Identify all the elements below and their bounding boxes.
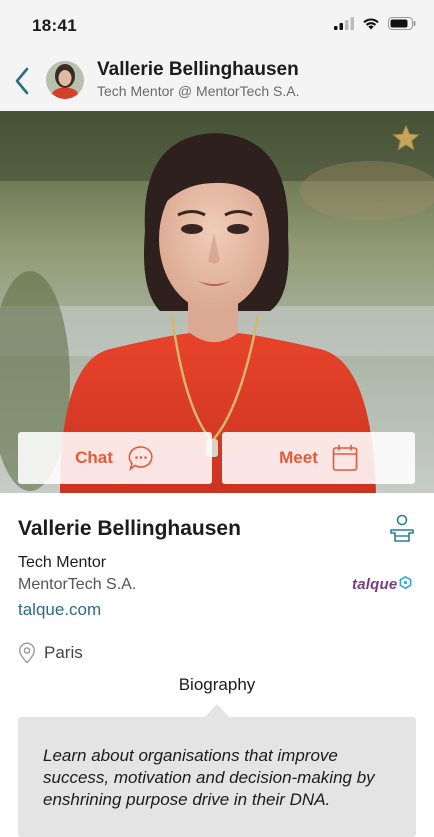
map-pin-icon xyxy=(18,642,36,664)
avatar-image xyxy=(46,61,84,99)
battery-icon xyxy=(388,17,416,30)
chevron-left-icon xyxy=(15,67,29,95)
wifi-icon xyxy=(363,18,379,30)
profile-header: Vallerie Bellinghausen Tech Mentor @ Men… xyxy=(0,50,434,111)
profile-name: Vallerie Bellinghausen xyxy=(18,517,241,540)
biography-box: Learn about organisations that improve s… xyxy=(18,717,416,837)
profile-company: MentorTech S.A. xyxy=(18,576,137,593)
meet-button-label: Meet xyxy=(279,448,318,467)
biography-title: Biography xyxy=(178,675,256,694)
signal-icon xyxy=(334,17,354,30)
talque-logo-text: talque xyxy=(352,576,398,593)
meet-button[interactable]: Meet xyxy=(222,432,415,484)
header-subtitle: Tech Mentor @ MentorTech S.A. xyxy=(97,83,300,99)
chat-button[interactable]: Chat xyxy=(18,432,212,484)
biography-text: Learn about organisations that improve s… xyxy=(43,746,375,809)
biography-pointer xyxy=(204,704,230,718)
hexagon-icon xyxy=(399,576,412,589)
status-icons xyxy=(334,17,416,30)
location: Paris xyxy=(18,642,83,664)
status-bar: 18:41 xyxy=(0,0,434,50)
back-button[interactable] xyxy=(10,64,34,98)
chat-bubble-icon xyxy=(128,446,153,472)
contact-person-icon[interactable] xyxy=(388,514,416,546)
profile-role: Tech Mentor xyxy=(18,554,107,571)
avatar[interactable] xyxy=(46,61,84,99)
status-time: 18:41 xyxy=(32,16,77,35)
website-link[interactable]: talque.com xyxy=(18,600,101,620)
location-city: Paris xyxy=(44,643,83,662)
calendar-icon xyxy=(332,445,358,471)
chat-button-label: Chat xyxy=(75,448,113,467)
header-name: Vallerie Bellinghausen xyxy=(97,59,299,80)
talque-logo: talque xyxy=(352,576,412,593)
favorite-star-icon[interactable] xyxy=(392,124,420,152)
